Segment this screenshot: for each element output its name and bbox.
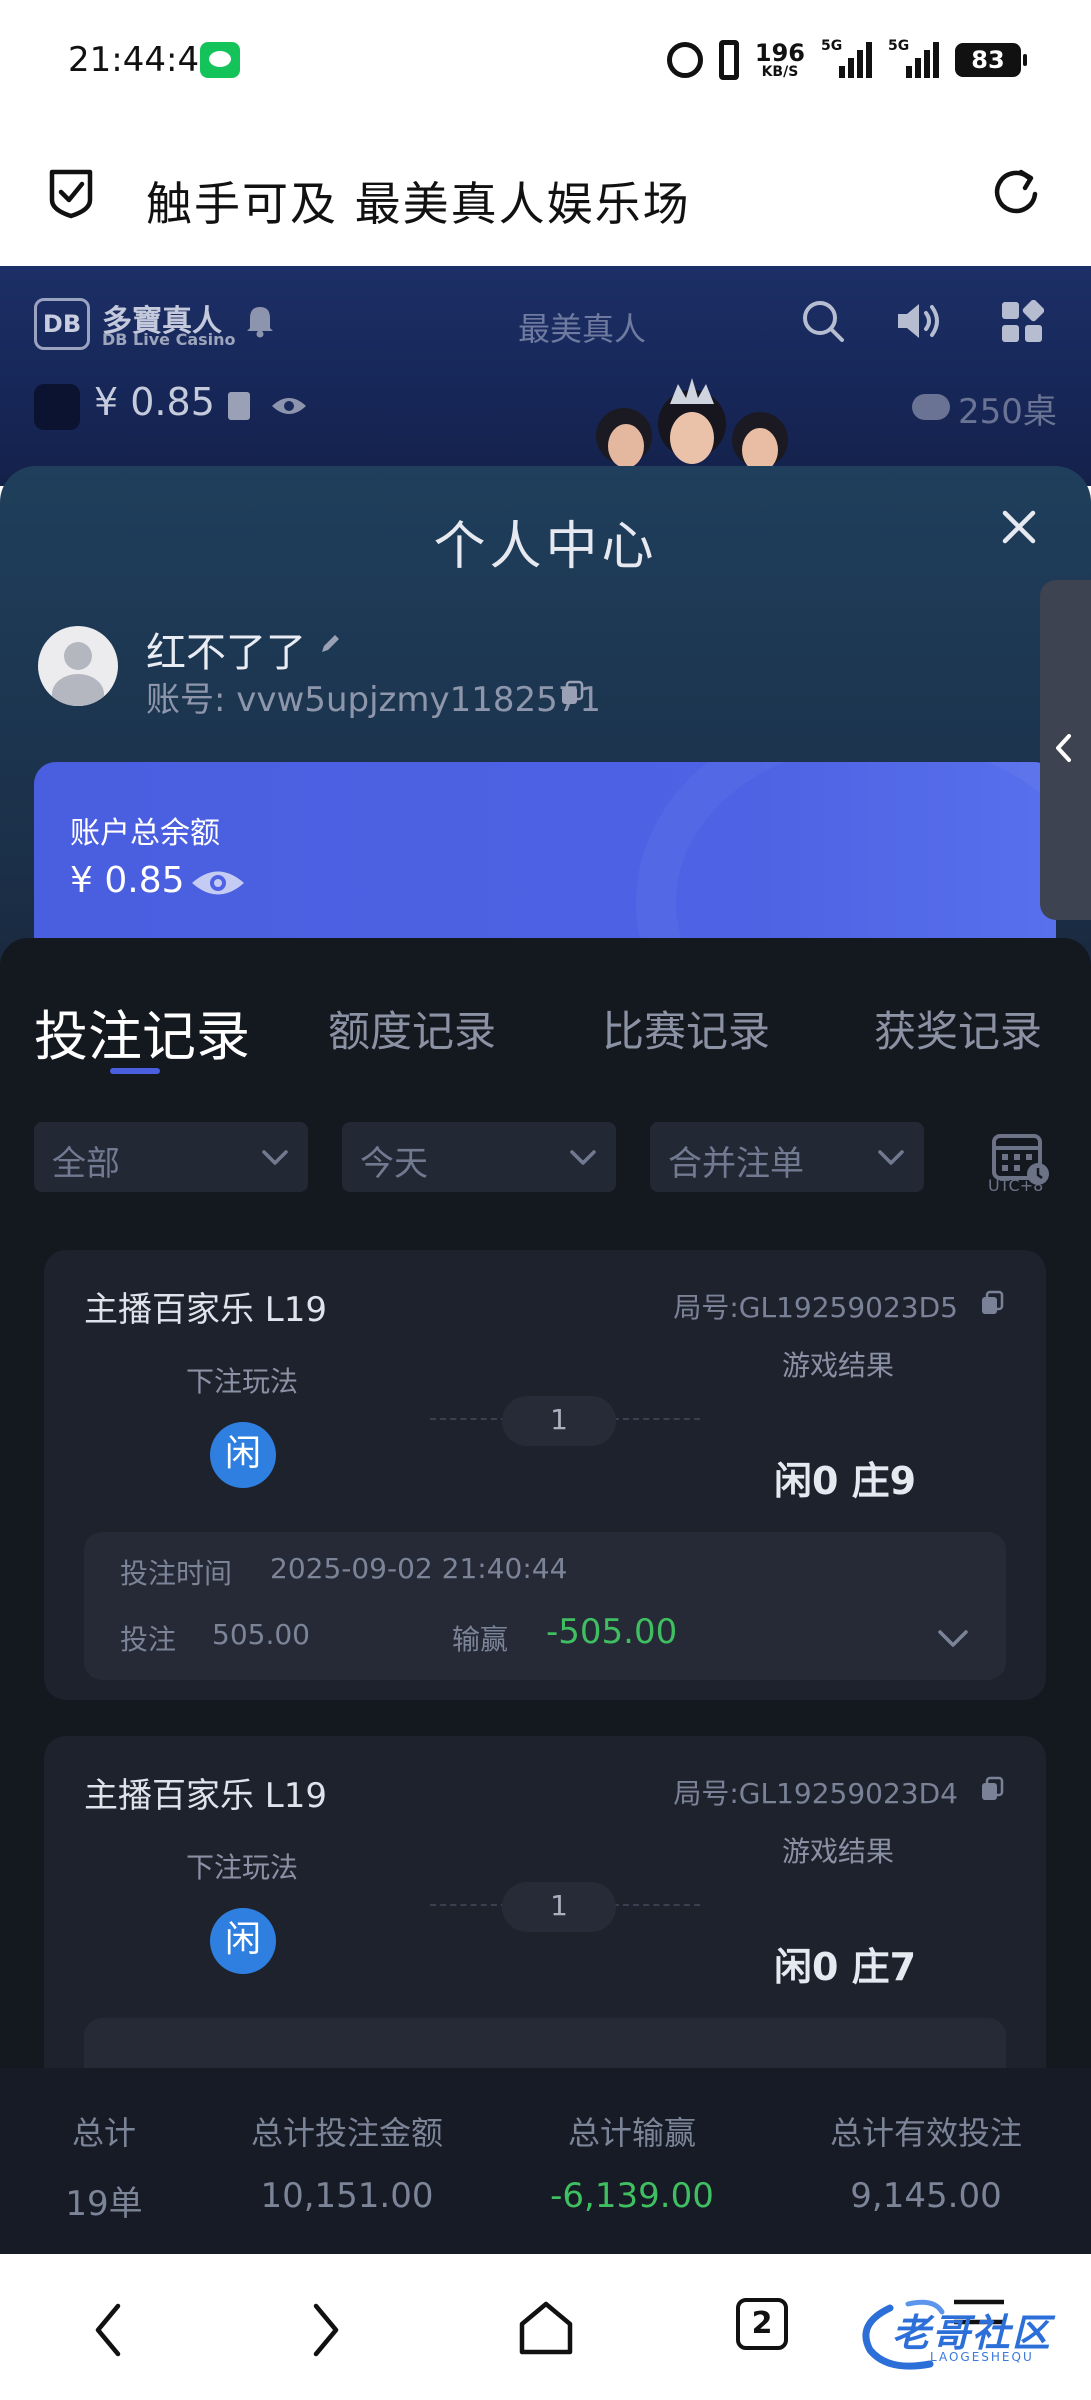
bell-icon[interactable]	[244, 302, 276, 338]
bet-type-label: 下注玩法	[186, 1365, 299, 1398]
side-drawer-handle[interactable]	[1040, 580, 1091, 920]
result-label: 游戏结果	[782, 1835, 895, 1868]
timezone-label: UTC+8	[988, 1176, 1044, 1195]
bet-time-label: 投注时间	[120, 1557, 233, 1590]
user-name: 红不了了	[146, 630, 306, 676]
watermark-subtext: LAOGESHEQU	[930, 2350, 1034, 2364]
total-winloss: 总计输赢 -6,139.00	[550, 2114, 714, 2216]
bet-time: 2025-09-02 21:40:44	[270, 1552, 568, 1585]
filter-date-select[interactable]: 今天	[342, 1122, 616, 1192]
sound-icon[interactable]	[894, 298, 944, 344]
filter-merge-select[interactable]: 合并注单	[650, 1122, 924, 1192]
filter-type-select[interactable]: 全部	[34, 1122, 308, 1192]
tabs-count-button[interactable]: 2	[736, 2298, 788, 2350]
balance-amount: ¥ 0.85	[70, 860, 185, 901]
db-logo: DB	[34, 298, 90, 350]
table-count-icon	[912, 394, 950, 420]
bet-type-badge: 闲	[210, 1422, 276, 1488]
eye-icon[interactable]	[270, 394, 308, 418]
bet-type-badge: 闲	[210, 1908, 276, 1974]
round-id: 局号:GL19259023D4	[673, 1777, 958, 1810]
balance-label: 账户总余额	[70, 816, 220, 851]
signal-icon-2: 5G	[888, 38, 939, 78]
back-icon[interactable]	[88, 2300, 128, 2360]
winloss-value: -505.00	[546, 1612, 678, 1652]
tab-match-records[interactable]: 比赛记录	[602, 998, 770, 1059]
bet-count: 1	[502, 1882, 616, 1932]
bet-record-card[interactable]: 主播百家乐 L19 局号:GL19259023D5 下注玩法 闲 1 游戏结果 …	[44, 1250, 1046, 1700]
wallet-icon[interactable]	[228, 392, 250, 420]
result-label: 游戏结果	[782, 1349, 895, 1382]
copy-icon[interactable]	[560, 680, 584, 706]
user-avatar-icon[interactable]	[34, 384, 80, 430]
chevron-left-icon	[1056, 734, 1071, 762]
winloss-label: 输赢	[452, 1623, 509, 1656]
tab-award-records[interactable]: 获奖记录	[874, 998, 1042, 1059]
panel-title: 个人中心	[433, 517, 658, 577]
avatar[interactable]	[38, 626, 118, 706]
account-id: 账号: vvw5upjzmy1182571	[146, 680, 602, 720]
signal-icon: 5G	[821, 38, 872, 78]
vibrate-icon	[718, 40, 739, 80]
chevron-down-icon[interactable]	[936, 1624, 970, 1654]
bet-count: 1	[502, 1396, 616, 1446]
totals-bar: 总计 19单 总计投注金额 10,151.00 总计输赢 -6,139.00 总…	[0, 2068, 1091, 2254]
alarm-icon	[666, 42, 703, 78]
browser-title-bar: 触手可及 最美真人娱乐场	[0, 120, 1091, 266]
total-valid-bet: 总计有效投注 9,145.00	[829, 2114, 1022, 2216]
header-balance: ¥ 0.85	[94, 380, 215, 424]
brand-subtitle: DB Live Casino	[102, 330, 236, 349]
balance-card: 账户总余额 ¥ 0.85	[34, 762, 1056, 942]
table-count: 250桌	[958, 392, 1057, 432]
game-name: 主播百家乐 L19	[84, 1290, 328, 1330]
tab-credit-records[interactable]: 额度记录	[328, 998, 496, 1059]
net-speed: 196 KB/S	[754, 38, 805, 80]
tab-bet-records[interactable]: 投注记录	[34, 992, 250, 1071]
close-icon[interactable]	[1000, 508, 1038, 546]
total-bet-amount: 总计投注金额 10,151.00	[250, 2114, 443, 2216]
copy-icon[interactable]	[980, 1776, 1004, 1802]
forward-icon[interactable]	[306, 2300, 346, 2360]
battery-icon: 83	[955, 43, 1027, 77]
browser-nav-bar: 2 老哥社区 LAOGESHEQU	[0, 2254, 1091, 2400]
bet-amount: 505.00	[212, 1618, 310, 1651]
bet-amount-label: 投注	[120, 1623, 177, 1656]
edit-icon[interactable]	[318, 632, 342, 656]
bet-record-card[interactable]: 主播百家乐 L19 局号:GL19259023D4 下注玩法 闲 1 游戏结果 …	[44, 1736, 1046, 2076]
search-icon[interactable]	[800, 298, 846, 344]
watermark-text: 老哥社区	[892, 2311, 1053, 2355]
screen: 21:44:48 196KB/S 5G 5G 83 触手可及 最美真人娱乐场	[0, 0, 1091, 2400]
page-title: 触手可及 最美真人娱乐场	[146, 177, 691, 231]
round-id: 局号:GL19259023D5	[673, 1291, 958, 1324]
status-time: 21:44:48	[68, 40, 221, 80]
chevron-down-icon	[570, 1150, 596, 1165]
game-result: 闲0 庄9	[774, 1459, 917, 1503]
total-count: 总计 19单	[65, 2114, 143, 2224]
shield-check-icon[interactable]	[46, 166, 96, 220]
chevron-down-icon	[262, 1150, 288, 1165]
header-center-text: 最美真人	[518, 310, 647, 348]
bet-detail-box: 投注时间 2025-09-02 21:40:44 投注 505.00 输赢 -5…	[84, 1532, 1006, 1680]
wechat-icon	[200, 42, 240, 78]
home-icon[interactable]	[516, 2298, 576, 2358]
status-icons: 196 KB/S 5G 5G 83	[666, 36, 1027, 84]
grid-menu-icon[interactable]	[1000, 300, 1044, 344]
copy-icon[interactable]	[980, 1290, 1004, 1316]
game-header: DB 多寶真人 DB Live Casino 最美真人 ¥ 0.85 250桌	[0, 266, 1091, 486]
chevron-down-icon	[878, 1150, 904, 1165]
eye-icon[interactable]	[190, 866, 246, 900]
bet-type-label: 下注玩法	[186, 1851, 299, 1884]
active-tab-indicator	[110, 1068, 160, 1074]
refresh-icon[interactable]	[987, 164, 1045, 222]
game-result: 闲0 庄7	[774, 1945, 917, 1989]
game-name: 主播百家乐 L19	[84, 1776, 328, 1816]
status-bar: 21:44:48 196 KB/S 5G 5G 83	[0, 0, 1091, 120]
personal-center-panel: 个人中心 红不了了 账号: vvw5upjzmy1182571 账户总余额 ¥ …	[0, 466, 1091, 2076]
